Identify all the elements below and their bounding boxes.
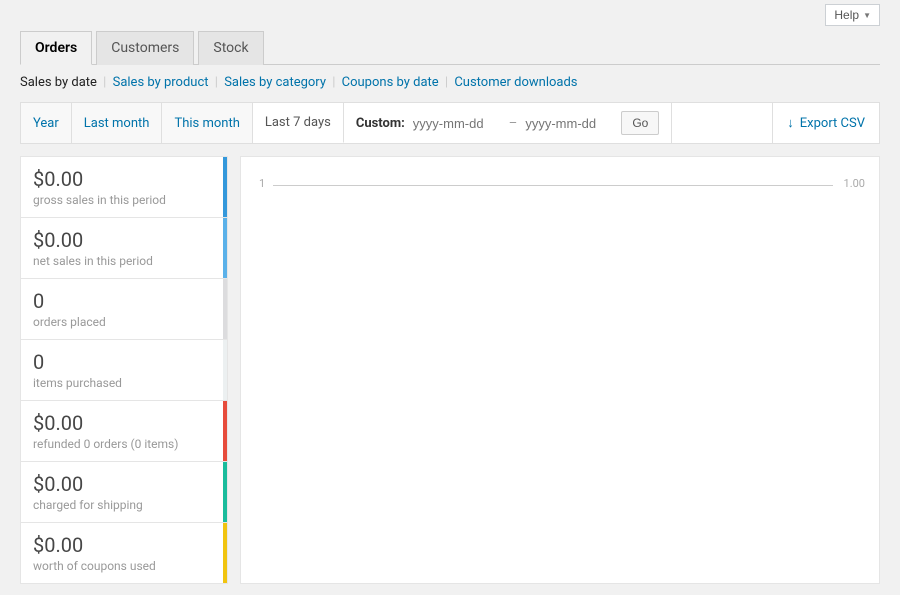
legend-desc: refunded 0 orders (0 items): [33, 437, 215, 451]
tab-customers[interactable]: Customers: [96, 31, 194, 65]
legend-value: $0.00: [33, 472, 215, 496]
go-button[interactable]: Go: [621, 111, 659, 135]
range-last-7-days[interactable]: Last 7 days: [253, 103, 344, 143]
range-last-month[interactable]: Last month: [72, 103, 163, 143]
legend-value: $0.00: [33, 533, 215, 557]
download-icon: ↓: [787, 115, 794, 131]
subnav-sales-by-date[interactable]: Sales by date: [20, 75, 97, 90]
date-range-bar: Year Last month This month Last 7 days C…: [20, 102, 880, 144]
legend-color-stripe: [223, 401, 227, 461]
legend-color-stripe: [223, 218, 227, 278]
legend-color-stripe: [223, 279, 227, 339]
subnav-sales-by-product[interactable]: Sales by product: [113, 75, 209, 90]
help-label: Help: [834, 8, 859, 22]
legend-desc: worth of coupons used: [33, 559, 215, 573]
legend-item[interactable]: $0.00 charged for shipping: [20, 461, 228, 522]
date-range-separator: –: [509, 116, 518, 131]
legend-value: $0.00: [33, 228, 215, 252]
custom-end-date[interactable]: [525, 116, 613, 131]
tab-orders[interactable]: Orders: [20, 31, 92, 65]
legend-color-stripe: [223, 157, 227, 217]
legend-item[interactable]: $0.00 worth of coupons used: [20, 522, 228, 584]
chevron-down-icon: ▼: [863, 11, 871, 20]
chart-legend: $0.00 gross sales in this period $0.00 net …: [20, 156, 228, 584]
legend-item[interactable]: $0.00 refunded 0 orders (0 items): [20, 400, 228, 461]
legend-color-stripe: [223, 462, 227, 522]
legend-desc: gross sales in this period: [33, 193, 215, 207]
report-subnav: Sales by date | Sales by product | Sales…: [20, 65, 880, 102]
legend-item[interactable]: 0 orders placed: [20, 278, 228, 339]
legend-value: 0: [33, 289, 215, 313]
subnav-customer-downloads[interactable]: Customer downloads: [454, 75, 577, 90]
tab-stock[interactable]: Stock: [198, 31, 263, 65]
range-custom: Custom: – Go: [344, 103, 673, 143]
legend-desc: charged for shipping: [33, 498, 215, 512]
legend-value: 0: [33, 350, 215, 374]
export-csv[interactable]: ↓ Export CSV: [773, 103, 879, 143]
chart-gridline: [273, 185, 833, 186]
legend-value: $0.00: [33, 167, 215, 191]
legend-desc: net sales in this period: [33, 254, 215, 268]
legend-item[interactable]: $0.00 net sales in this period: [20, 217, 228, 278]
custom-start-date[interactable]: [413, 116, 501, 131]
legend-item[interactable]: $0.00 gross sales in this period: [20, 156, 228, 217]
legend-desc: items purchased: [33, 376, 215, 390]
primary-tabs: Orders Customers Stock: [20, 30, 880, 65]
legend-value: $0.00: [33, 411, 215, 435]
range-year[interactable]: Year: [21, 103, 72, 143]
chart-area: 1 1.00: [240, 156, 880, 584]
export-label: Export CSV: [800, 116, 865, 131]
legend-color-stripe: [223, 340, 227, 400]
subnav-sales-by-category[interactable]: Sales by category: [224, 75, 326, 90]
legend-color-stripe: [223, 523, 227, 583]
legend-item[interactable]: 0 items purchased: [20, 339, 228, 400]
range-this-month[interactable]: This month: [162, 103, 252, 143]
chart-y-left-tick: 1: [259, 177, 265, 190]
custom-label: Custom:: [356, 116, 405, 131]
help-dropdown[interactable]: Help ▼: [825, 4, 880, 26]
chart-y-right-tick: 1.00: [844, 177, 865, 190]
subnav-coupons-by-date[interactable]: Coupons by date: [342, 75, 439, 90]
legend-desc: orders placed: [33, 315, 215, 329]
